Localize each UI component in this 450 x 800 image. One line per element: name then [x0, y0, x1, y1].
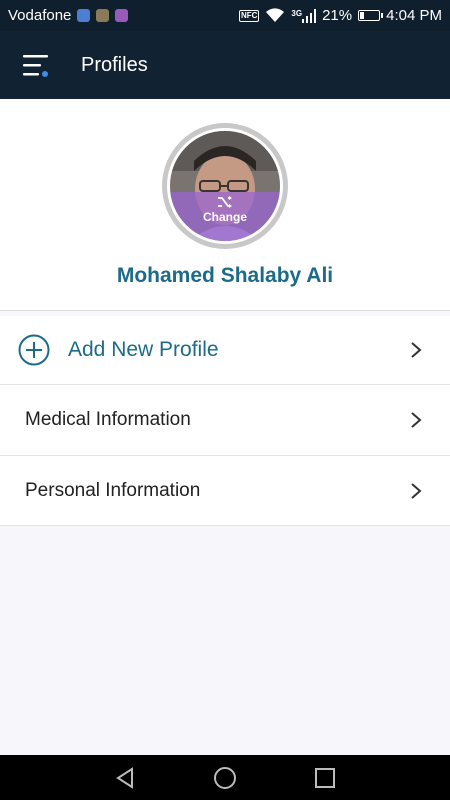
app-bar: Profiles	[0, 31, 450, 99]
network-type: 3G	[291, 8, 303, 18]
back-button[interactable]	[75, 755, 175, 800]
menu-button[interactable]	[16, 45, 56, 85]
recents-square-icon	[315, 767, 335, 788]
chevron-right-icon	[411, 342, 422, 358]
medical-information-label: Medical Information	[25, 409, 191, 430]
status-right: NFC 3G 21% 4:04 PM	[238, 7, 442, 24]
status-bar: Vodafone NFC 3G 21% 4:04 PM	[0, 0, 450, 31]
chevron-right-icon	[411, 412, 422, 428]
carrier-name: Vodafone	[8, 7, 72, 24]
change-photo-overlay[interactable]: Change	[170, 192, 280, 241]
system-nav-bar	[0, 755, 450, 800]
avatar-photo: Change	[167, 128, 283, 244]
home-button[interactable]	[175, 755, 275, 800]
shuffle-icon	[218, 196, 232, 208]
personal-information-row[interactable]: Personal Information	[0, 456, 450, 526]
hamburger-menu-icon	[23, 55, 48, 77]
gallery-notification-icon	[115, 9, 129, 22]
signal-group: 3G	[291, 8, 317, 23]
battery-icon	[358, 10, 384, 21]
battery-fill	[360, 12, 364, 19]
battery-percent: 21%	[322, 7, 353, 24]
wifi-icon	[266, 8, 285, 22]
back-triangle-icon	[116, 766, 133, 789]
avatar[interactable]: Change	[162, 123, 288, 249]
add-new-profile-row[interactable]: Add New Profile	[0, 316, 450, 385]
add-new-profile-label: Add New Profile	[68, 338, 219, 361]
nfc-icon: NFC	[238, 9, 260, 22]
image-notification-icon	[96, 9, 110, 22]
status-left: Vodafone	[8, 7, 129, 24]
personal-information-label: Personal Information	[25, 479, 201, 501]
page-title: Profiles	[81, 53, 148, 76]
change-label: Change	[202, 210, 247, 224]
profile-name: Mohamed Shalaby Ali	[116, 264, 334, 287]
signal-icon	[302, 8, 317, 23]
home-circle-icon	[214, 766, 236, 789]
chevron-right-icon	[411, 482, 422, 499]
recents-button[interactable]	[275, 755, 375, 800]
profile-card: Change Mohamed Shalaby Ali	[0, 99, 450, 311]
clock: 4:04 PM	[386, 7, 442, 24]
add-circle-icon	[18, 334, 50, 366]
shield-notification-icon	[77, 9, 91, 22]
medical-information-row[interactable]: Medical Information	[0, 385, 450, 456]
